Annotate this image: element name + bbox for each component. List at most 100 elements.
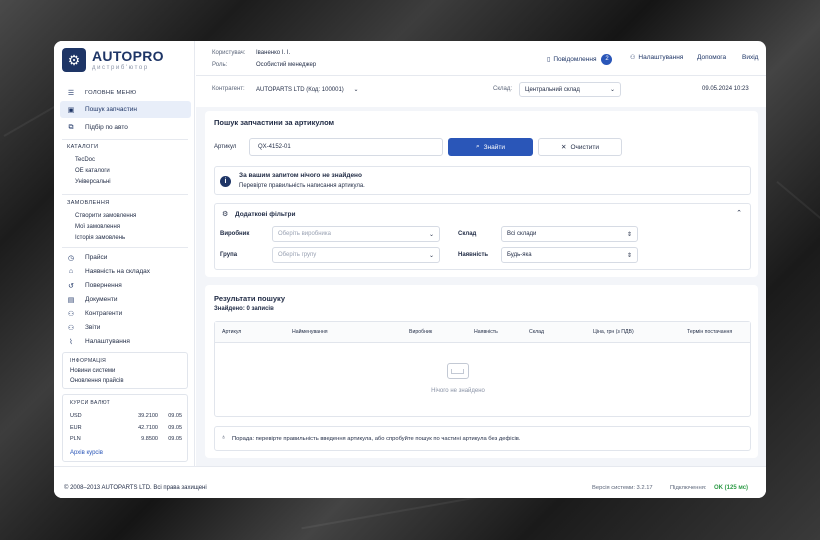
copyright: © 2008–2013 AUTOPARTS LTD. Всі права зах… — [64, 485, 207, 491]
lightbulb-icon: ♁ — [221, 434, 227, 441]
hamburger-icon: ☰ — [67, 89, 75, 97]
footer: © 2008–2013 AUTOPARTS LTD. Всі права зах… — [54, 466, 766, 498]
tip-box: ♁ Порада: перевірте правильність введенн… — [214, 426, 751, 451]
counterparty-select[interactable]: AUTOPARTS LTD (Код: 100001) ⌄ — [256, 86, 359, 93]
sort-icon: ⇕ — [626, 252, 632, 259]
catalog-tecdoc[interactable]: TecDoc — [75, 157, 95, 163]
user-label: Користувач: — [212, 50, 246, 56]
main-menu-toggle[interactable]: ☰ ГОЛОВНЕ МЕНЮ — [60, 84, 191, 101]
chevron-down-icon: ⌄ — [428, 231, 434, 238]
report-icon: ⚇ — [67, 324, 75, 332]
filter-warehouse-label: Склад — [458, 231, 477, 237]
orders-title: ЗАМОВЛЕННЯ — [67, 200, 110, 206]
results-count: Знайдено: 0 записів — [214, 306, 274, 312]
sidebar-item-label: Звіти — [85, 324, 101, 331]
availability-label: Наявність — [458, 252, 489, 258]
datetime: 09.05.2024 10:23 — [702, 86, 749, 92]
chevron-down-icon: ⌄ — [428, 252, 434, 259]
rate-row: EUR 42.7100 09.05 — [70, 425, 182, 431]
search-icon: ⌕ — [475, 143, 480, 150]
search-title: Пошук запчастини за артикулом — [214, 118, 335, 127]
role-label: Роль: — [212, 62, 228, 68]
system-version: Версія системи: 3.2.17 — [592, 485, 653, 491]
article-label: Артикул — [214, 144, 237, 150]
no-results-alert: i За вашим запитом нічого не знайдено Пе… — [214, 166, 751, 195]
sidebar-item-label: Пошук запчастин — [85, 106, 137, 113]
app-window: ⚙ AUTOPRO дистриб'ютор ☰ ГОЛОВНЕ МЕНЮ ▣ … — [54, 41, 766, 498]
chevron-down-icon: ⌄ — [609, 87, 615, 93]
sidebar-item-label: Документи — [85, 296, 118, 303]
col-name[interactable]: Найменування — [292, 329, 328, 335]
order-history[interactable]: Історія замовлень — [75, 235, 125, 241]
info-icon: i — [220, 176, 231, 187]
tip-text: Порада: перевірте правильність введення … — [232, 436, 521, 442]
document-icon: ▤ — [67, 296, 75, 304]
manufacturer-label: Виробник — [220, 231, 250, 237]
toolbox-icon: ▣ — [67, 106, 75, 114]
find-button[interactable]: ⌕ Знайти — [448, 138, 533, 156]
catalog-universal[interactable]: Універсальні — [75, 179, 111, 185]
filters-title: Додаткові фільтри — [235, 211, 296, 218]
brand-tagline: дистриб'ютор — [92, 65, 149, 71]
col-price[interactable]: Ціна, грн (з ПДВ) — [593, 329, 634, 335]
warehouse-label: Склад: — [493, 86, 513, 92]
notifications-link[interactable]: ▯ Повідомлення 2 — [547, 54, 613, 65]
sidebar: ⚙ AUTOPRO дистриб'ютор ☰ ГОЛОВНЕ МЕНЮ ▣ … — [54, 41, 195, 466]
warehouse-icon: ⌂ — [68, 268, 74, 275]
sidebar-item-label: Підбір по авто — [85, 124, 128, 131]
sidebar-item-label: Налаштування — [85, 338, 130, 345]
col-delivery[interactable]: Термін постачання — [687, 329, 732, 335]
gear-icon[interactable]: ⚙ — [62, 48, 86, 72]
col-manufacturer[interactable]: Виробник — [409, 329, 432, 335]
catalog-oe[interactable]: OE каталоги — [75, 168, 110, 174]
results-title: Результати пошуку — [214, 294, 285, 303]
rate-row: USD 39.2100 09.05 — [70, 413, 182, 419]
sidebar-item-settings[interactable]: ⌇ Налаштування — [60, 333, 191, 350]
warehouse-select[interactable]: Центральний склад ⌄ — [519, 82, 621, 97]
filter-warehouse-select[interactable]: Всі склади ⇕ — [501, 226, 638, 242]
close-icon: ✕ — [561, 144, 567, 151]
bell-icon: ▯ — [547, 57, 551, 63]
sidebar-item-car-selection[interactable]: ⧉ Підбір по авто — [60, 119, 191, 136]
logout-link[interactable]: Вихід — [742, 54, 758, 61]
help-link[interactable]: Допомога — [697, 54, 726, 61]
rates-box: КУРСИ ВАЛЮТ USD 39.2100 09.05 EUR 42.7100 09… — [62, 394, 188, 462]
users-icon: ⚇ — [67, 310, 75, 318]
notifications-badge: 2 — [601, 54, 613, 65]
settings-link[interactable]: ⚇ Налаштування — [630, 54, 683, 61]
col-warehouse[interactable]: Склад — [529, 329, 544, 335]
group-select[interactable]: Оберіть групу ⌄ — [272, 247, 440, 263]
rates-title: КУРСИ ВАЛЮТ — [70, 400, 111, 406]
sidebar-item-parts-search[interactable]: ▣ Пошук запчастин — [60, 101, 191, 118]
clock-icon: ◷ — [67, 254, 75, 262]
rate-row: PLN 9.8500 09.05 — [70, 436, 182, 442]
car-icon: ⧉ — [68, 123, 74, 131]
rates-archive-link[interactable]: Архів курсів — [70, 450, 103, 456]
clear-button[interactable]: ✕ Очистити — [538, 138, 622, 156]
user-value: Іваненко І. І. — [256, 50, 291, 56]
alert-text: Перевірте правильність написання артикул… — [239, 183, 365, 189]
connection-status: OK (125 мс) — [714, 485, 749, 491]
group-label: Група — [220, 252, 238, 258]
chevron-down-icon: ⌄ — [353, 87, 359, 93]
counterparty-label: Контрагент: — [212, 86, 245, 92]
availability-select[interactable]: Будь-яка ⇕ — [501, 247, 638, 263]
manufacturer-select[interactable]: Оберіть виробника ⌄ — [272, 226, 440, 242]
chevron-up-icon[interactable]: ⌃ — [736, 209, 742, 217]
empty-text: Нічого не знайдено — [431, 388, 485, 394]
article-input[interactable]: QX-4152-01 — [249, 138, 443, 156]
col-article[interactable]: Артикул — [222, 329, 241, 335]
empty-box-icon — [447, 363, 469, 379]
order-mine[interactable]: Мої замовлення — [75, 224, 120, 230]
chart-icon: ⌇ — [69, 338, 73, 346]
order-create[interactable]: Створити замовлення — [75, 213, 136, 219]
alert-title: За вашим запитом нічого не знайдено — [239, 172, 362, 179]
info-price-updates[interactable]: Оновлення прайсів — [70, 378, 124, 384]
info-news[interactable]: Новини системи — [70, 368, 115, 374]
sidebar-item-label: Наявність на складах — [85, 268, 150, 275]
col-availability[interactable]: Наявність — [474, 329, 498, 335]
main-menu-label: ГОЛОВНЕ МЕНЮ — [85, 89, 137, 96]
role-value: Особистий менеджер — [256, 62, 317, 68]
return-icon: ↺ — [68, 282, 74, 290]
sort-icon: ⇕ — [626, 231, 632, 238]
